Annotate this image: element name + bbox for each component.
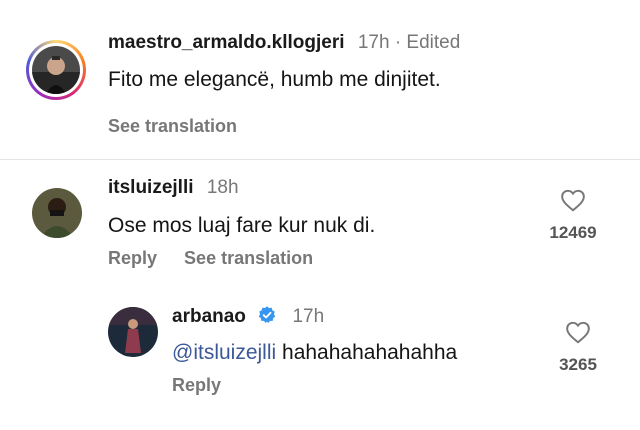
separator-dot: · [394,32,402,53]
profile-photo-icon [32,188,82,238]
like-area: 3265 [541,320,615,375]
comment-username[interactable]: arbanao [172,306,246,327]
comment-text: Fito me elegancë, humb me dinjitet. [108,68,441,91]
comment-username[interactable]: maestro_armaldo.kllogjeri [108,32,345,53]
see-translation-button[interactable]: See translation [108,116,237,137]
comment-1: maestro_armaldo.kllogjeri 17h · Edited F… [0,0,640,160]
profile-photo-icon [32,46,80,94]
like-count: 12469 [549,223,597,242]
reply-button[interactable]: Reply [108,248,157,268]
profile-photo-icon [108,307,158,357]
heart-icon[interactable] [560,188,586,212]
comment-3-reply: arbanao 17h @itsluizejlli hahahahahahahh… [0,295,640,430]
avatar-itsluizejlli[interactable] [32,188,82,238]
comment-text: Ose mos luaj fare kur nuk di. [108,214,376,237]
comment-time: 18h [206,177,239,198]
mention-link[interactable]: @itsluizejlli [172,341,276,364]
comment-username[interactable]: itsluizejlli [108,177,194,198]
see-translation-button[interactable]: See translation [184,248,313,268]
heart-icon[interactable] [565,320,591,344]
edited-label: Edited [406,32,461,53]
reply-button[interactable]: Reply [172,375,221,396]
avatar-arbanao[interactable] [108,307,158,357]
avatar-maestro[interactable] [26,40,86,100]
like-count: 3265 [559,355,597,374]
comment-2: itsluizejlli 18h Ose mos luaj fare kur n… [0,160,640,295]
like-area: 12469 [536,188,610,243]
verified-badge-icon [258,306,276,323]
comment-text: hahahahahahahha [282,341,458,364]
comment-time: 17h [357,32,390,53]
comment-time: 17h [292,306,325,327]
